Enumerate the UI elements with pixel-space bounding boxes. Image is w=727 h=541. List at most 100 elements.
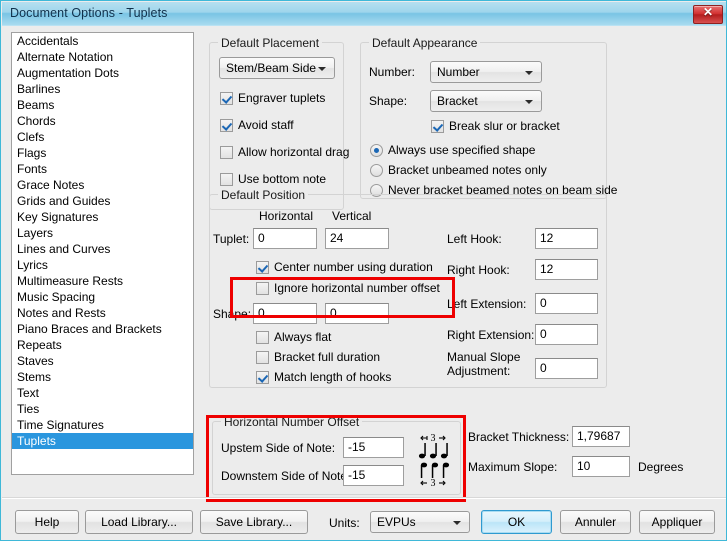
horizontal-number-offset-legend: Horizontal Number Offset (221, 415, 363, 429)
load-library-button[interactable]: Load Library... (85, 510, 193, 534)
category-item[interactable]: Lines and Curves (12, 241, 193, 257)
bracket-thickness-input[interactable]: 1,79687 (572, 426, 630, 447)
manual-slope-label-line2: Adjustment: (447, 364, 511, 378)
default-placement-legend: Default Placement (218, 36, 323, 50)
category-item[interactable]: Staves (12, 353, 193, 369)
close-button[interactable]: ✕ (693, 5, 723, 24)
shape-combo[interactable]: Bracket (430, 90, 542, 112)
units-value: EVPUs (377, 515, 416, 529)
help-button[interactable]: Help (15, 510, 79, 534)
upstem-side-value: -15 (348, 440, 366, 454)
svg-text:3: 3 (431, 478, 436, 488)
category-item[interactable]: Grids and Guides (12, 193, 193, 209)
right-hook-label: Right Hook: (447, 263, 510, 277)
category-item[interactable]: Grace Notes (12, 177, 193, 193)
category-item[interactable]: Ties (12, 401, 193, 417)
category-item[interactable]: Time Signatures (12, 417, 193, 433)
shape-vertical-value: 0 (330, 306, 337, 320)
shape-value: Bracket (437, 94, 478, 108)
category-item[interactable]: Stems (12, 369, 193, 385)
window-title: Document Options - Tuplets (10, 6, 168, 20)
radio-always-use-specified-shape-label: Always use specified shape (388, 143, 536, 157)
left-extension-input[interactable]: 0 (535, 293, 598, 314)
column-header-horizontal: Horizontal (259, 209, 314, 223)
right-extension-label: Right Extension: (447, 328, 535, 342)
shape-horizontal-input[interactable]: 0 (253, 303, 317, 324)
chevron-down-icon (453, 521, 461, 525)
maximum-slope-value: 10 (577, 459, 591, 473)
default-placement-combo[interactable]: Stem/Beam Side (219, 57, 335, 79)
category-item[interactable]: Clefs (12, 129, 193, 145)
radio-circle (370, 144, 383, 157)
category-item[interactable]: Accidentals (12, 33, 193, 49)
number-value: Number (437, 65, 480, 79)
category-item[interactable]: Text (12, 385, 193, 401)
category-item[interactable]: Layers (12, 225, 193, 241)
left-hook-value: 12 (540, 231, 554, 245)
category-item[interactable]: Tuplets (12, 433, 193, 449)
tuplet-vertical-value: 24 (330, 231, 344, 245)
number-combo[interactable]: Number (430, 61, 542, 83)
category-item[interactable]: Barlines (12, 81, 193, 97)
category-item[interactable]: Alternate Notation (12, 49, 193, 65)
category-item[interactable]: Augmentation Dots (12, 65, 193, 81)
category-item[interactable]: Beams (12, 97, 193, 113)
checkbox-box (220, 173, 233, 186)
shape-label: Shape: (369, 94, 408, 108)
tuplet-horizontal-input[interactable]: 0 (253, 228, 317, 249)
bracket-full-duration-label: Bracket full duration (274, 350, 381, 364)
category-item[interactable]: Flags (12, 145, 193, 161)
use-bottom-note-label: Use bottom note (238, 172, 327, 186)
avoid-staff-label: Avoid staff (238, 118, 294, 132)
checkbox-box (220, 119, 233, 132)
manual-slope-label-line1: Manual Slope (447, 350, 521, 364)
save-library-button[interactable]: Save Library... (200, 510, 308, 534)
category-item[interactable]: Chords (12, 113, 193, 129)
left-extension-value: 0 (540, 296, 547, 310)
default-placement-value: Stem/Beam Side (226, 61, 317, 75)
upstem-side-label: Upstem Side of Note: (221, 441, 336, 455)
shape-horizontal-value: 0 (258, 306, 265, 320)
chevron-down-icon (525, 100, 533, 104)
tuplet-horizontal-value: 0 (258, 231, 265, 245)
checkbox-box (431, 120, 444, 133)
cancel-button[interactable]: Annuler (560, 510, 631, 534)
center-number-using-duration-label: Center number using duration (274, 260, 433, 274)
manual-slope-input[interactable]: 0 (535, 358, 598, 379)
category-item[interactable]: Key Signatures (12, 209, 193, 225)
allow-horizontal-drag-label: Allow horizontal drag (238, 145, 350, 159)
upstem-side-input[interactable]: -15 (343, 437, 404, 458)
number-label: Number: (369, 65, 416, 79)
category-item[interactable]: Repeats (12, 337, 193, 353)
dialog-client-area: Accidentals Alternate Notation Augmentatio… (2, 26, 726, 540)
bracket-thickness-value: 1,79687 (577, 429, 621, 443)
left-hook-input[interactable]: 12 (535, 228, 598, 249)
units-combo[interactable]: EVPUs (370, 511, 470, 533)
tuplet-label: Tuplet: (213, 232, 250, 246)
category-item[interactable]: Music Spacing (12, 289, 193, 305)
category-item[interactable]: Lyrics (12, 257, 193, 273)
category-item[interactable]: Fonts (12, 161, 193, 177)
checkbox-box (256, 261, 269, 274)
svg-text:3: 3 (431, 433, 436, 444)
apply-button[interactable]: Appliquer (639, 510, 715, 534)
category-list[interactable]: Accidentals Alternate Notation Augmentatio… (11, 32, 194, 475)
checkbox-box (256, 371, 269, 384)
downstem-side-label: Downstem Side of Note: (221, 469, 351, 483)
default-appearance-legend: Default Appearance (369, 36, 481, 50)
shape-vertical-input[interactable]: 0 (325, 303, 389, 324)
maximum-slope-input[interactable]: 10 (572, 456, 630, 477)
right-extension-input[interactable]: 0 (535, 324, 598, 345)
radio-bracket-unbeamed-notes-only-label: Bracket unbeamed notes only (388, 163, 547, 177)
category-item[interactable]: Piano Braces and Brackets (12, 321, 193, 337)
footer-divider (2, 497, 726, 499)
right-hook-input[interactable]: 12 (535, 259, 598, 280)
always-flat-label: Always flat (274, 330, 332, 344)
ok-button[interactable]: OK (481, 510, 552, 534)
category-item[interactable]: Multimeasure Rests (12, 273, 193, 289)
downstem-side-input[interactable]: -15 (343, 465, 404, 486)
horizontal-number-offset-group: Horizontal Number Offset Upstem Side of … (212, 415, 461, 495)
checkbox-box (220, 92, 233, 105)
tuplet-vertical-input[interactable]: 24 (325, 228, 389, 249)
category-item[interactable]: Notes and Rests (12, 305, 193, 321)
